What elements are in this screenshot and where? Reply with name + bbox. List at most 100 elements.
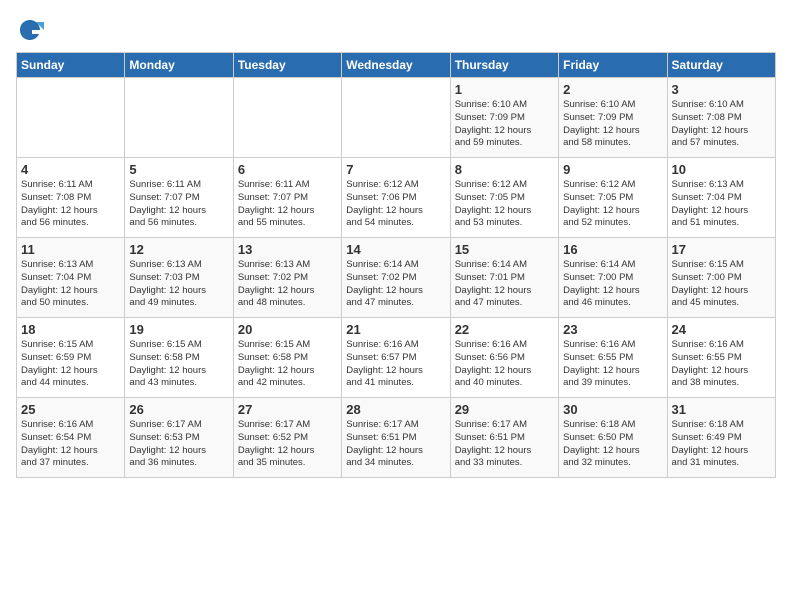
day-info: Sunrise: 6:13 AM Sunset: 7:04 PM Dayligh…: [21, 259, 120, 310]
day-number: 7: [346, 162, 445, 177]
day-number: 9: [563, 162, 662, 177]
day-cell: 1 Sunrise: 6:10 AM Sunset: 7:09 PM Daylig…: [450, 78, 558, 158]
day-cell: 23Sunrise: 6:16 AM Sunset: 6:55 PM Dayli…: [559, 318, 667, 398]
day-number: 25: [21, 402, 120, 417]
day-cell: 28 Sunrise: 6:17 AM Sunset: 6:51 PM Dayli…: [342, 398, 450, 478]
header-day-thursday: Thursday: [450, 53, 558, 78]
day-number: 1: [455, 82, 554, 97]
day-cell: 31 Sunrise: 6:18 AM Sunset: 6:49 PM Dayli…: [667, 398, 775, 478]
day-number: 15: [455, 242, 554, 257]
day-info: Sunrise: 6:17 AM Sunset: 6:51 PM Dayligh…: [346, 419, 445, 470]
day-number: 10: [672, 162, 771, 177]
day-number: 23: [563, 322, 662, 337]
day-info: Sunrise: 6:10 AM Sunset: 7:09 PM Dayligh…: [563, 99, 662, 150]
day-number: 16: [563, 242, 662, 257]
day-info: Sunrise: 6:14 AM Sunset: 7:00 PM Dayligh…: [563, 259, 662, 310]
day-cell: 17 Sunrise: 6:15 AM Sunset: 7:00 PM Dayli…: [667, 238, 775, 318]
day-number: 2: [563, 82, 662, 97]
day-number: 8: [455, 162, 554, 177]
day-cell: 7Sunrise: 6:12 AM Sunset: 7:06 PM Daylig…: [342, 158, 450, 238]
day-number: 28: [346, 402, 445, 417]
header-day-monday: Monday: [125, 53, 233, 78]
day-info: Sunrise: 6:15 AM Sunset: 7:00 PM Dayligh…: [672, 259, 771, 310]
day-cell: 3 Sunrise: 6:10 AM Sunset: 7:08 PM Daylig…: [667, 78, 775, 158]
calendar-table: SundayMondayTuesdayWednesdayThursdayFrid…: [16, 52, 776, 478]
day-cell: [125, 78, 233, 158]
day-number: 24: [672, 322, 771, 337]
week-row-4: 18 Sunrise: 6:15 AM Sunset: 6:59 PM Dayli…: [17, 318, 776, 398]
day-info: Sunrise: 6:11 AM Sunset: 7:07 PM Dayligh…: [238, 179, 337, 230]
day-cell: 8 Sunrise: 6:12 AM Sunset: 7:05 PM Daylig…: [450, 158, 558, 238]
day-number: 6: [238, 162, 337, 177]
day-cell: 11 Sunrise: 6:13 AM Sunset: 7:04 PM Dayli…: [17, 238, 125, 318]
day-info: Sunrise: 6:15 AM Sunset: 6:58 PM Dayligh…: [238, 339, 337, 390]
day-number: 19: [129, 322, 228, 337]
day-cell: 12 Sunrise: 6:13 AM Sunset: 7:03 PM Dayli…: [125, 238, 233, 318]
day-info: Sunrise: 6:17 AM Sunset: 6:52 PM Dayligh…: [238, 419, 337, 470]
day-info: Sunrise: 6:17 AM Sunset: 6:53 PM Dayligh…: [129, 419, 228, 470]
day-info: Sunrise: 6:16 AM Sunset: 6:56 PM Dayligh…: [455, 339, 554, 390]
day-cell: 29 Sunrise: 6:17 AM Sunset: 6:51 PM Dayli…: [450, 398, 558, 478]
day-number: 31: [672, 402, 771, 417]
day-info: Sunrise: 6:14 AM Sunset: 7:01 PM Dayligh…: [455, 259, 554, 310]
day-info: Sunrise: 6:13 AM Sunset: 7:03 PM Dayligh…: [129, 259, 228, 310]
header-row: SundayMondayTuesdayWednesdayThursdayFrid…: [17, 53, 776, 78]
calendar-header: SundayMondayTuesdayWednesdayThursdayFrid…: [17, 53, 776, 78]
day-cell: 2 Sunrise: 6:10 AM Sunset: 7:09 PM Daylig…: [559, 78, 667, 158]
day-cell: 5 Sunrise: 6:11 AM Sunset: 7:07 PM Daylig…: [125, 158, 233, 238]
day-info: Sunrise: 6:13 AM Sunset: 7:02 PM Dayligh…: [238, 259, 337, 310]
day-info: Sunrise: 6:16 AM Sunset: 6:54 PM Dayligh…: [21, 419, 120, 470]
day-cell: 6 Sunrise: 6:11 AM Sunset: 7:07 PM Daylig…: [233, 158, 341, 238]
day-number: 30: [563, 402, 662, 417]
day-cell: 30 Sunrise: 6:18 AM Sunset: 6:50 PM Dayli…: [559, 398, 667, 478]
day-info: Sunrise: 6:18 AM Sunset: 6:50 PM Dayligh…: [563, 419, 662, 470]
day-info: Sunrise: 6:11 AM Sunset: 7:08 PM Dayligh…: [21, 179, 120, 230]
logo: [16, 16, 48, 44]
day-number: 5: [129, 162, 228, 177]
day-cell: 9 Sunrise: 6:12 AM Sunset: 7:05 PM Daylig…: [559, 158, 667, 238]
day-info: Sunrise: 6:15 AM Sunset: 6:58 PM Dayligh…: [129, 339, 228, 390]
day-cell: 4Sunrise: 6:11 AM Sunset: 7:08 PM Daylig…: [17, 158, 125, 238]
day-cell: [342, 78, 450, 158]
header-day-wednesday: Wednesday: [342, 53, 450, 78]
day-info: Sunrise: 6:16 AM Sunset: 6:57 PM Dayligh…: [346, 339, 445, 390]
day-cell: 25 Sunrise: 6:16 AM Sunset: 6:54 PM Dayli…: [17, 398, 125, 478]
day-info: Sunrise: 6:17 AM Sunset: 6:51 PM Dayligh…: [455, 419, 554, 470]
day-info: Sunrise: 6:13 AM Sunset: 7:04 PM Dayligh…: [672, 179, 771, 230]
day-cell: 18 Sunrise: 6:15 AM Sunset: 6:59 PM Dayli…: [17, 318, 125, 398]
day-number: 11: [21, 242, 120, 257]
day-number: 14: [346, 242, 445, 257]
day-cell: 10 Sunrise: 6:13 AM Sunset: 7:04 PM Dayli…: [667, 158, 775, 238]
week-row-5: 25 Sunrise: 6:16 AM Sunset: 6:54 PM Dayli…: [17, 398, 776, 478]
header-day-tuesday: Tuesday: [233, 53, 341, 78]
day-info: Sunrise: 6:18 AM Sunset: 6:49 PM Dayligh…: [672, 419, 771, 470]
day-info: Sunrise: 6:12 AM Sunset: 7:05 PM Dayligh…: [563, 179, 662, 230]
day-cell: [17, 78, 125, 158]
day-info: Sunrise: 6:11 AM Sunset: 7:07 PM Dayligh…: [129, 179, 228, 230]
day-cell: 14Sunrise: 6:14 AM Sunset: 7:02 PM Dayli…: [342, 238, 450, 318]
day-number: 17: [672, 242, 771, 257]
day-cell: 27 Sunrise: 6:17 AM Sunset: 6:52 PM Dayli…: [233, 398, 341, 478]
day-number: 3: [672, 82, 771, 97]
day-cell: [233, 78, 341, 158]
day-info: Sunrise: 6:15 AM Sunset: 6:59 PM Dayligh…: [21, 339, 120, 390]
calendar-body: 1 Sunrise: 6:10 AM Sunset: 7:09 PM Daylig…: [17, 78, 776, 478]
day-info: Sunrise: 6:10 AM Sunset: 7:09 PM Dayligh…: [455, 99, 554, 150]
day-number: 13: [238, 242, 337, 257]
header-day-sunday: Sunday: [17, 53, 125, 78]
day-cell: 13 Sunrise: 6:13 AM Sunset: 7:02 PM Dayli…: [233, 238, 341, 318]
day-cell: 24Sunrise: 6:16 AM Sunset: 6:55 PM Dayli…: [667, 318, 775, 398]
day-number: 12: [129, 242, 228, 257]
day-cell: 20Sunrise: 6:15 AM Sunset: 6:58 PM Dayli…: [233, 318, 341, 398]
day-cell: 16 Sunrise: 6:14 AM Sunset: 7:00 PM Dayli…: [559, 238, 667, 318]
day-info: Sunrise: 6:10 AM Sunset: 7:08 PM Dayligh…: [672, 99, 771, 150]
day-number: 18: [21, 322, 120, 337]
day-number: 27: [238, 402, 337, 417]
day-number: 29: [455, 402, 554, 417]
week-row-2: 4Sunrise: 6:11 AM Sunset: 7:08 PM Daylig…: [17, 158, 776, 238]
day-info: Sunrise: 6:12 AM Sunset: 7:05 PM Dayligh…: [455, 179, 554, 230]
header-day-saturday: Saturday: [667, 53, 775, 78]
day-number: 26: [129, 402, 228, 417]
day-cell: 22Sunrise: 6:16 AM Sunset: 6:56 PM Dayli…: [450, 318, 558, 398]
day-cell: 26 Sunrise: 6:17 AM Sunset: 6:53 PM Dayli…: [125, 398, 233, 478]
